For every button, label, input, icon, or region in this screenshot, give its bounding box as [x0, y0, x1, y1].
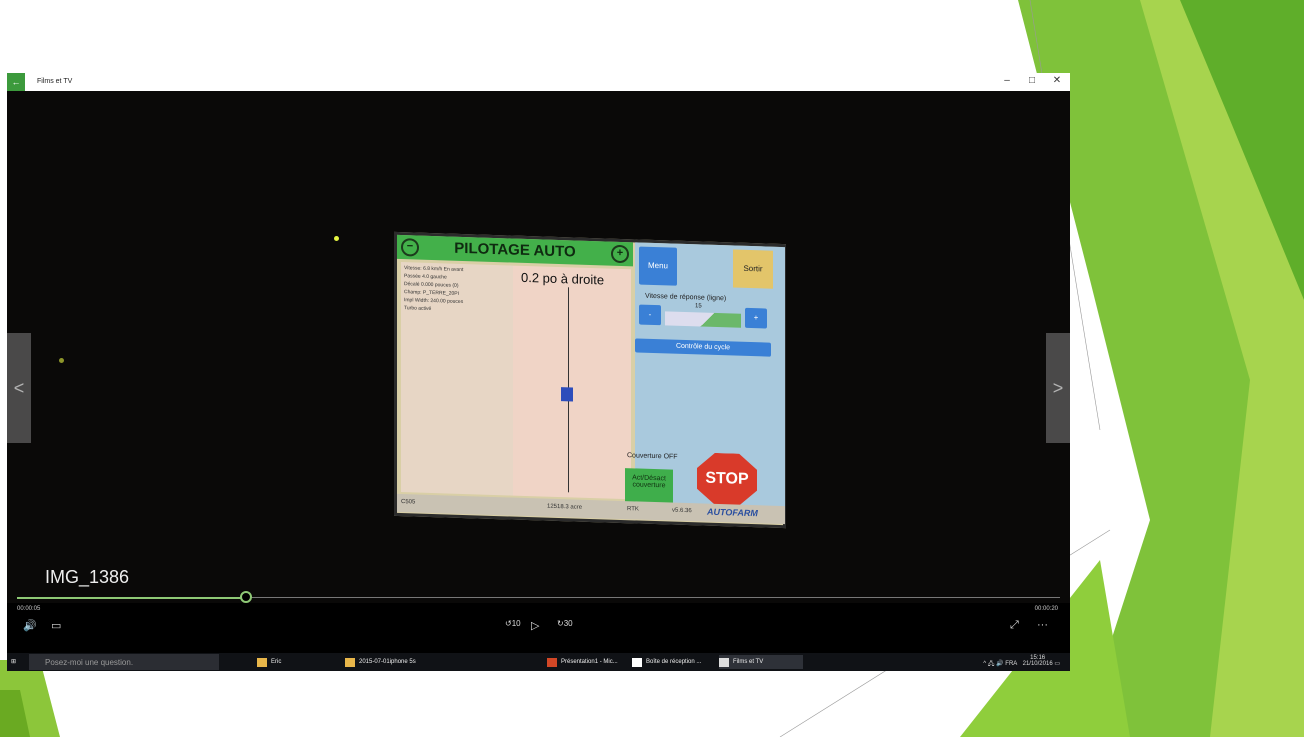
films-tv-window: ← Films et TV – □ ✕ − PILOTAGE AUTO + Vi…: [7, 73, 1070, 671]
notifications-icon[interactable]: ▭: [1054, 661, 1060, 667]
skip-back-icon[interactable]: ↺10: [505, 619, 521, 628]
folder-icon: [257, 658, 267, 667]
films-icon: [719, 658, 729, 667]
taskbar-item-label: 2015-07-01iphone 5s: [359, 659, 416, 665]
vitesse-value: 15: [695, 303, 702, 310]
zoom-out-icon: −: [401, 238, 419, 257]
window-title: Films et TV: [37, 78, 73, 85]
status-line: Turbo activé: [404, 305, 432, 313]
subtitles-icon[interactable]: ▭: [51, 619, 61, 632]
search-input[interactable]: Posez-moi une question.: [29, 654, 219, 670]
led-light: [334, 236, 339, 241]
cycle-button: Contrôle du cycle: [635, 338, 771, 357]
media-controls: 00:00:05 00:00:20 🔊 ▭ ↺10 ▷ ↻30 ⤢ ···: [7, 591, 1070, 653]
sortir-button: Sortir: [733, 249, 773, 289]
brand-logo: AUTOFARM: [707, 506, 758, 519]
vitesse-label: Vitesse de réponse (ligne): [645, 292, 727, 303]
next-arrow-icon[interactable]: >: [1046, 333, 1070, 443]
video-frame[interactable]: − PILOTAGE AUTO + Vitesse: 6.8 km/h En a…: [7, 91, 1070, 603]
footer-area: 12518.3 acre: [547, 503, 583, 511]
footer-rtk: RTK: [627, 506, 639, 513]
stop-button: STOP: [697, 452, 757, 506]
footer-version: v5.6.36: [672, 507, 692, 515]
mail-icon: [632, 658, 642, 667]
autofarm-display: − PILOTAGE AUTO + Vitesse: 6.8 km/h En a…: [394, 231, 786, 529]
control-panel: Menu Sortir Vitesse de réponse (ligne) -…: [625, 242, 785, 523]
skip-forward-icon[interactable]: ↻30: [557, 619, 573, 628]
status-panel: Vitesse: 6.8 km/h En avant Passée 4.0 ga…: [401, 262, 513, 496]
couverture-status: Couverture OFF: [627, 452, 678, 461]
taskbar-item[interactable]: Films et TV: [719, 655, 803, 669]
restore-icon[interactable]: □: [1022, 75, 1042, 86]
response-bar: [665, 311, 741, 328]
taskbar-item-label: Boîte de réception ...: [646, 659, 702, 665]
fullscreen-icon[interactable]: ⤢: [1010, 619, 1019, 632]
taskbar-item-label: Eric: [271, 659, 282, 665]
volume-icon[interactable]: 🔊: [23, 619, 37, 632]
led-light: [59, 358, 64, 363]
display-header: − PILOTAGE AUTO +: [397, 234, 633, 267]
zoom-in-icon: +: [611, 244, 629, 264]
taskbar-item-label: Films et TV: [733, 659, 764, 665]
title-bar: ← Films et TV – □ ✕: [7, 73, 1070, 91]
total-time: 00:00:20: [1034, 606, 1058, 612]
language-indicator[interactable]: FRA: [1005, 661, 1017, 667]
close-icon[interactable]: ✕: [1047, 75, 1067, 86]
tractor-icon: [561, 387, 573, 402]
act-desact-button: Act/Désact couverture: [625, 468, 673, 504]
taskbar-item-label: Présentation1 - Mic...: [561, 659, 618, 665]
tray-icons[interactable]: ^ 🖧 🔊: [983, 661, 1003, 667]
powerpoint-icon: [547, 658, 557, 667]
presentation-slide: ← Films et TV – □ ✕ − PILOTAGE AUTO + Vi…: [0, 0, 1304, 737]
previous-arrow-icon[interactable]: <: [7, 333, 31, 443]
skip-fwd-label: 30: [563, 619, 573, 628]
taskbar-item[interactable]: Présentation1 - Mic...: [547, 655, 618, 669]
menu-button: Menu: [639, 246, 677, 286]
minimize-icon[interactable]: –: [997, 75, 1017, 86]
guidance-view: 0.2 po à droite: [513, 265, 631, 500]
minus-button: -: [639, 304, 661, 326]
display-title: PILOTAGE AUTO: [454, 239, 576, 261]
current-time: 00:00:05: [17, 606, 41, 612]
skip-back-label: 10: [511, 619, 521, 628]
back-arrow-icon[interactable]: ←: [7, 73, 25, 91]
footer-left: C505: [401, 499, 416, 506]
play-icon[interactable]: ▷: [531, 619, 539, 632]
folder-icon: [345, 658, 355, 667]
deviation-text: 0.2 po à droite: [521, 269, 605, 288]
seek-progress: [17, 597, 247, 599]
taskbar-item[interactable]: 2015-07-01iphone 5s: [345, 655, 416, 669]
plus-button: +: [745, 307, 767, 329]
start-icon[interactable]: ⊞: [11, 655, 16, 669]
taskbar: ⊞ Posez-moi une question. Eric 2015-07-0…: [7, 653, 1070, 671]
video-title: IMG_1386: [45, 567, 130, 587]
clock-date[interactable]: 21/10/2016: [1023, 661, 1053, 667]
taskbar-item[interactable]: Boîte de réception ...: [632, 655, 701, 669]
system-tray: ^ 🖧 🔊 FRA 15:16 21/10/2016 ▭: [983, 655, 1060, 669]
more-icon[interactable]: ···: [1037, 619, 1048, 631]
taskbar-item[interactable]: Eric: [257, 655, 281, 669]
